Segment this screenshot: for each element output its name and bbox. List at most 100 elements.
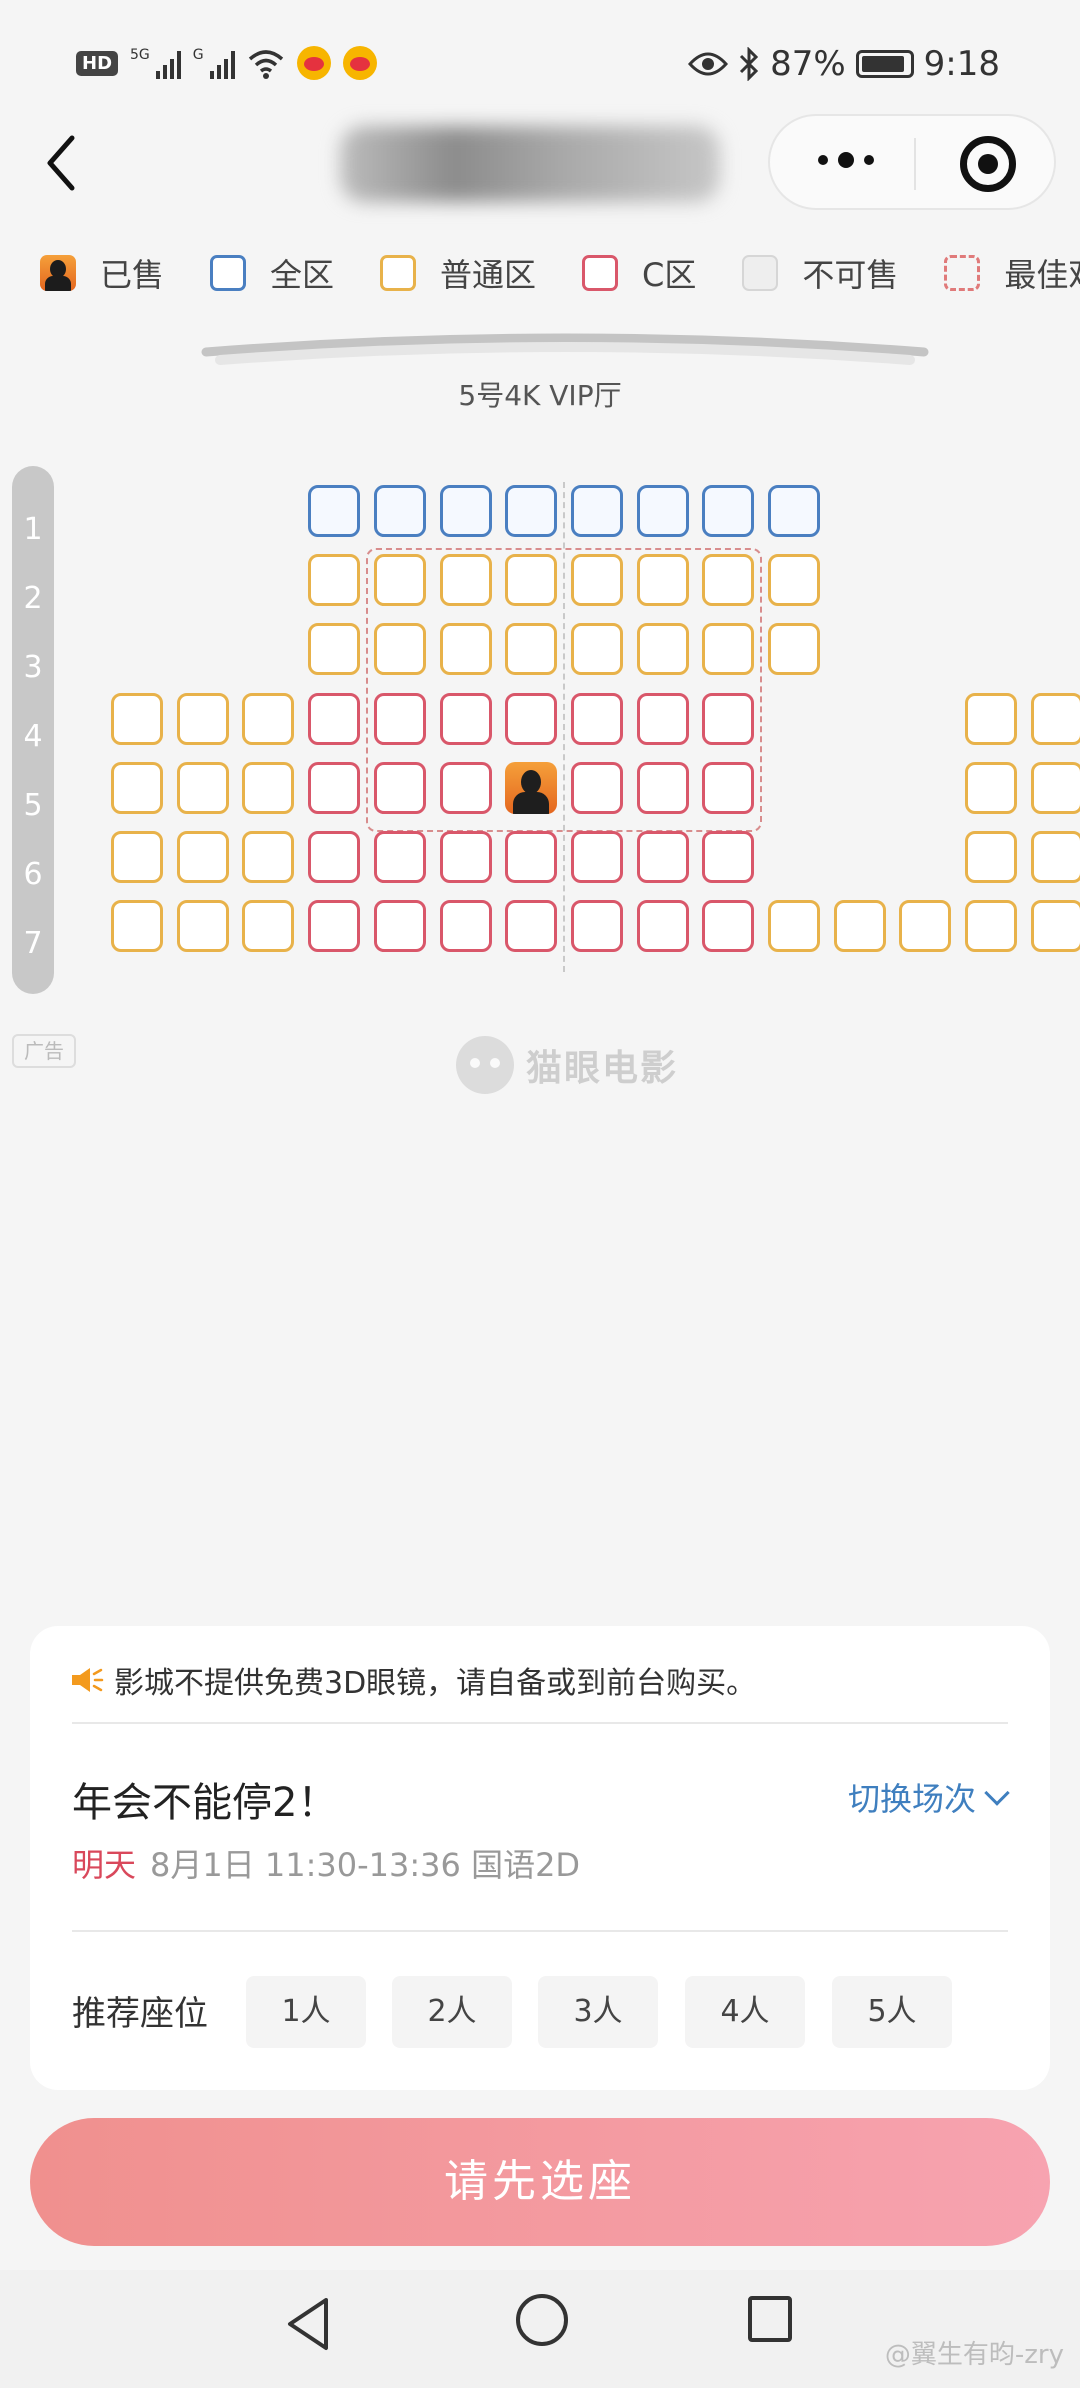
seat[interactable] (1030, 761, 1080, 814)
seat[interactable] (965, 761, 1018, 814)
seat[interactable] (439, 900, 492, 953)
seat[interactable] (373, 554, 426, 607)
seat[interactable] (176, 831, 229, 883)
recommend-5-button[interactable]: 5人 (832, 1976, 952, 2048)
select-seat-button[interactable]: 请先选座 (30, 2118, 1050, 2246)
recommend-3-button[interactable]: 3人 (538, 1976, 658, 2048)
seat[interactable] (176, 761, 229, 814)
seat[interactable] (308, 485, 361, 537)
seat[interactable] (242, 900, 295, 953)
seat[interactable] (702, 554, 755, 607)
seat[interactable] (373, 623, 426, 676)
card-divider (72, 1930, 1008, 1932)
seat[interactable] (636, 692, 689, 745)
switch-showtime-button[interactable]: 切换场次 (847, 1774, 1010, 1820)
seat[interactable] (570, 485, 623, 537)
seat[interactable] (111, 900, 163, 953)
maoyan-watermark: 猫眼电影 (456, 1036, 678, 1094)
recommend-1-button[interactable]: 1人 (246, 1976, 366, 2048)
notice-bar: 影城不提供免费3D眼镜，请自备或到前台购买。 (70, 1658, 756, 1702)
seat[interactable] (308, 900, 361, 953)
cat-logo-icon (456, 1036, 514, 1094)
seat[interactable] (636, 485, 689, 537)
nav-recent-apps-icon[interactable] (748, 2296, 792, 2342)
seat[interactable] (702, 831, 755, 883)
seat[interactable] (636, 831, 689, 883)
seat[interactable] (111, 831, 163, 883)
seat[interactable] (111, 692, 163, 745)
seat[interactable] (308, 623, 361, 676)
seat[interactable] (768, 900, 820, 953)
seat[interactable] (1030, 900, 1080, 953)
seat[interactable] (965, 900, 1018, 953)
seat[interactable] (242, 692, 295, 745)
seat[interactable] (833, 900, 886, 953)
seat[interactable] (439, 623, 492, 676)
seat[interactable] (439, 692, 492, 745)
seat[interactable] (308, 554, 361, 607)
seat[interactable] (308, 692, 361, 745)
seat[interactable] (176, 900, 229, 953)
switch-label: 切换场次 (847, 1780, 976, 1818)
seat[interactable] (1030, 692, 1080, 745)
seat[interactable] (373, 485, 426, 537)
seat[interactable] (965, 831, 1018, 883)
seat[interactable] (1030, 831, 1080, 883)
seat[interactable] (505, 554, 558, 607)
chevron-down-icon (984, 1780, 1010, 1806)
seat[interactable] (308, 761, 361, 814)
seat[interactable] (505, 692, 558, 745)
seat[interactable] (570, 831, 623, 883)
speaker-icon (72, 1668, 104, 1692)
seat[interactable] (505, 485, 558, 537)
seat[interactable] (636, 554, 689, 607)
seat[interactable] (570, 692, 623, 745)
seat[interactable] (308, 831, 361, 883)
seat[interactable] (439, 485, 492, 537)
seat[interactable] (636, 900, 689, 953)
weibo-watermark: @翼生有昀-zry (884, 2340, 1064, 2370)
seat[interactable] (570, 761, 623, 814)
seat[interactable] (768, 623, 820, 676)
ad-tag: 广告 (12, 1034, 76, 1068)
seat[interactable] (242, 761, 295, 814)
showtime-detail: 8月1日 11:30-13:36 国语2D (150, 1846, 581, 1884)
seat[interactable] (176, 692, 229, 745)
seat[interactable] (373, 900, 426, 953)
nav-home-icon[interactable] (516, 2294, 568, 2346)
seat[interactable] (702, 761, 755, 814)
seat[interactable] (702, 692, 755, 745)
seat[interactable] (636, 623, 689, 676)
notice-text: 影城不提供免费3D眼镜，请自备或到前台购买。 (114, 1666, 757, 1701)
card-divider (72, 1722, 1008, 1724)
seat-sold (505, 761, 558, 814)
seat[interactable] (439, 554, 492, 607)
seat[interactable] (373, 831, 426, 883)
seat[interactable] (111, 761, 163, 814)
seat[interactable] (570, 623, 623, 676)
seat[interactable] (505, 623, 558, 676)
seat[interactable] (570, 900, 623, 953)
seat[interactable] (373, 761, 426, 814)
seat[interactable] (242, 831, 295, 883)
seat[interactable] (570, 554, 623, 607)
seat[interactable] (439, 761, 492, 814)
showtime-card: 影城不提供免费3D眼镜，请自备或到前台购买。 年会不能停2！ 切换场次 明天 8月… (30, 1626, 1050, 2090)
seat-map (0, 0, 1080, 1000)
seat[interactable] (439, 831, 492, 883)
seat[interactable] (768, 485, 820, 537)
recommend-label: 推荐座位 (72, 1994, 208, 2034)
recommend-4-button[interactable]: 4人 (685, 1976, 805, 2048)
seat[interactable] (702, 485, 755, 537)
seat[interactable] (373, 692, 426, 745)
seat[interactable] (965, 692, 1018, 745)
seat[interactable] (505, 900, 558, 953)
seat[interactable] (636, 761, 689, 814)
recommend-2-button[interactable]: 2人 (392, 1976, 512, 2048)
seat[interactable] (505, 831, 558, 883)
seat[interactable] (899, 900, 952, 953)
seat[interactable] (702, 623, 755, 676)
seat[interactable] (702, 900, 755, 953)
nav-back-icon[interactable] (280, 2294, 340, 2354)
seat[interactable] (768, 554, 820, 607)
